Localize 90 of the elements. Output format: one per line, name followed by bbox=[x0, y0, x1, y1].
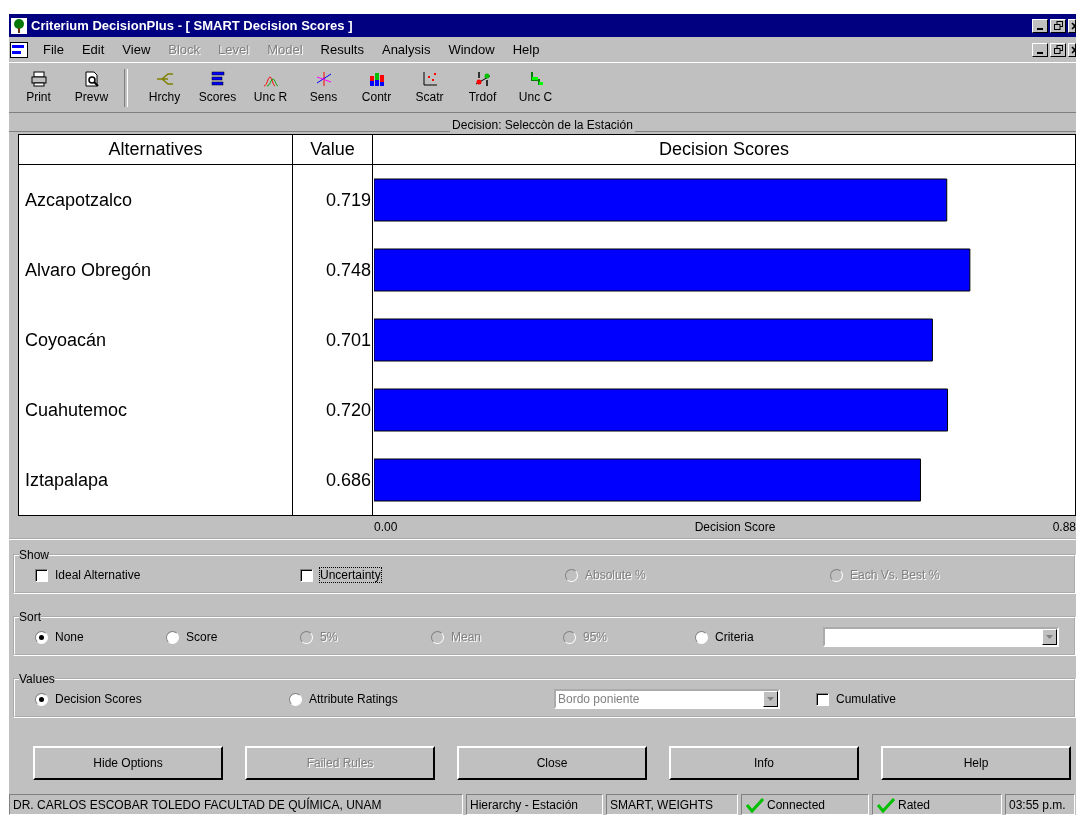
dropdown-arrow-icon bbox=[1046, 635, 1053, 639]
value-label: 0.720 bbox=[325, 399, 371, 421]
status-panel: Hierarchy - Estación bbox=[466, 794, 603, 815]
toolbar-button[interactable]: Prevw bbox=[65, 69, 118, 106]
value-label: 0.719 bbox=[325, 189, 371, 211]
group-label: Show bbox=[19, 548, 50, 562]
value-label: 0.748 bbox=[325, 259, 371, 281]
group-label: Sort bbox=[19, 610, 41, 624]
column-header: Value bbox=[293, 135, 373, 165]
minimize-button[interactable] bbox=[1032, 42, 1048, 57]
category-label: Cuahutemoc bbox=[25, 399, 128, 421]
dropdown-arrow-icon bbox=[767, 697, 774, 701]
toolbar-button[interactable]: Sens bbox=[297, 69, 350, 106]
toolbar-button[interactable]: Unc C bbox=[509, 69, 562, 106]
status-panel: Rated bbox=[872, 794, 1002, 815]
category-label: Coyoacán bbox=[25, 329, 107, 351]
scale-start-label: 0.00 bbox=[374, 520, 398, 534]
radio-button[interactable] bbox=[35, 692, 48, 706]
toolbar-button[interactable]: Unc R bbox=[244, 69, 297, 106]
close-button[interactable] bbox=[1068, 18, 1076, 33]
toolbar-button[interactable]: Scatr bbox=[403, 69, 456, 106]
checkbox-label[interactable]: Ideal Alternative bbox=[54, 567, 142, 583]
toolbar-button[interactable]: Scores bbox=[191, 69, 244, 106]
toolbar-button[interactable]: Trdof bbox=[456, 69, 509, 106]
stacked-bars-icon bbox=[368, 71, 385, 87]
checkbox-label[interactable]: Uncertainty bbox=[319, 567, 382, 583]
tradeoff-icon bbox=[474, 71, 491, 87]
bars-icon bbox=[209, 71, 226, 87]
checkbox[interactable] bbox=[816, 692, 829, 706]
category-label: Alvaro Obregón bbox=[25, 259, 152, 281]
tree-icon bbox=[11, 17, 27, 34]
column-header: Alternatives bbox=[19, 135, 293, 165]
close-icon bbox=[1071, 45, 1075, 54]
group-label: Values bbox=[19, 672, 55, 686]
radio-label[interactable]: None bbox=[54, 629, 85, 645]
dialog-button[interactable]: Info bbox=[669, 746, 859, 780]
status-panel: SMART, WEIGHTS bbox=[606, 794, 738, 815]
hierarchy-icon bbox=[155, 71, 174, 87]
restore-icon bbox=[1053, 21, 1063, 30]
menu-item[interactable]: Results bbox=[311, 42, 373, 57]
value-label: 0.686 bbox=[325, 469, 371, 491]
restore-button[interactable] bbox=[1050, 42, 1066, 57]
toolbar-button[interactable]: Contr bbox=[350, 69, 403, 106]
close-button[interactable] bbox=[1068, 42, 1076, 57]
checkbox[interactable] bbox=[35, 568, 48, 582]
dialog-button[interactable]: Close bbox=[457, 746, 647, 780]
radio-button[interactable] bbox=[35, 630, 48, 644]
printer-icon bbox=[30, 71, 47, 87]
close-icon bbox=[1071, 21, 1075, 30]
status-panel: DR. CARLOS ESCOBAR TOLEDO FACULTAD DE QUÍMICA, UNAM bbox=[9, 794, 463, 815]
restore-icon bbox=[1053, 45, 1063, 54]
scatter-icon bbox=[421, 71, 438, 87]
radio-button[interactable] bbox=[289, 692, 302, 706]
category-label: Azcapotzalco bbox=[25, 189, 133, 211]
chart-title: Decision Scores bbox=[373, 135, 1075, 165]
toolbar-button[interactable]: Hrchy bbox=[138, 69, 191, 106]
category-label: Iztapalapa bbox=[25, 469, 109, 491]
check-icon bbox=[876, 796, 896, 813]
menu-item[interactable]: Help bbox=[503, 42, 549, 57]
crossing-lines-icon bbox=[315, 71, 332, 87]
menu-item[interactable]: Analysis bbox=[372, 42, 440, 57]
minimize-button[interactable] bbox=[1032, 18, 1048, 33]
radio-label[interactable]: Criteria bbox=[714, 629, 755, 645]
menu-item[interactable]: View bbox=[113, 42, 160, 57]
page-magnifier-icon bbox=[83, 71, 100, 87]
value-label: 0.701 bbox=[325, 329, 371, 351]
checkbox-label[interactable]: Cumulative bbox=[835, 691, 898, 707]
restore-button[interactable] bbox=[1050, 18, 1066, 33]
document-icon[interactable] bbox=[10, 41, 28, 58]
minimize-icon bbox=[1037, 27, 1043, 30]
dialog-button[interactable]: Hide Options bbox=[33, 746, 223, 780]
menu-item[interactable]: File bbox=[34, 42, 73, 57]
dialog-button[interactable]: Help bbox=[881, 746, 1071, 780]
menu-item[interactable]: Edit bbox=[72, 42, 114, 57]
window-title: Criterium DecisionPlus - [ SMART Decision Scores ] bbox=[31, 18, 353, 33]
scale-end-label: 0.88 bbox=[1052, 520, 1076, 534]
decision-label: Decision: Seleccòn de la Estación bbox=[450, 118, 635, 132]
menu-item[interactable]: Window bbox=[439, 42, 504, 57]
toolbar-button[interactable]: Print bbox=[12, 69, 65, 106]
minimize-icon bbox=[1037, 51, 1043, 54]
radio-button[interactable] bbox=[695, 630, 708, 644]
radio-button[interactable] bbox=[166, 630, 179, 644]
radio-label[interactable]: Score bbox=[185, 629, 219, 645]
radio-label[interactable]: Decision Scores bbox=[54, 691, 143, 707]
status-panel: Connected bbox=[741, 794, 869, 815]
radio-label[interactable]: Attribute Ratings bbox=[308, 691, 399, 707]
axis-title: Decision Score bbox=[694, 520, 776, 534]
check-icon bbox=[745, 796, 765, 813]
status-panel: 03:55 p.m. bbox=[1005, 794, 1075, 815]
checkbox[interactable] bbox=[300, 568, 313, 582]
